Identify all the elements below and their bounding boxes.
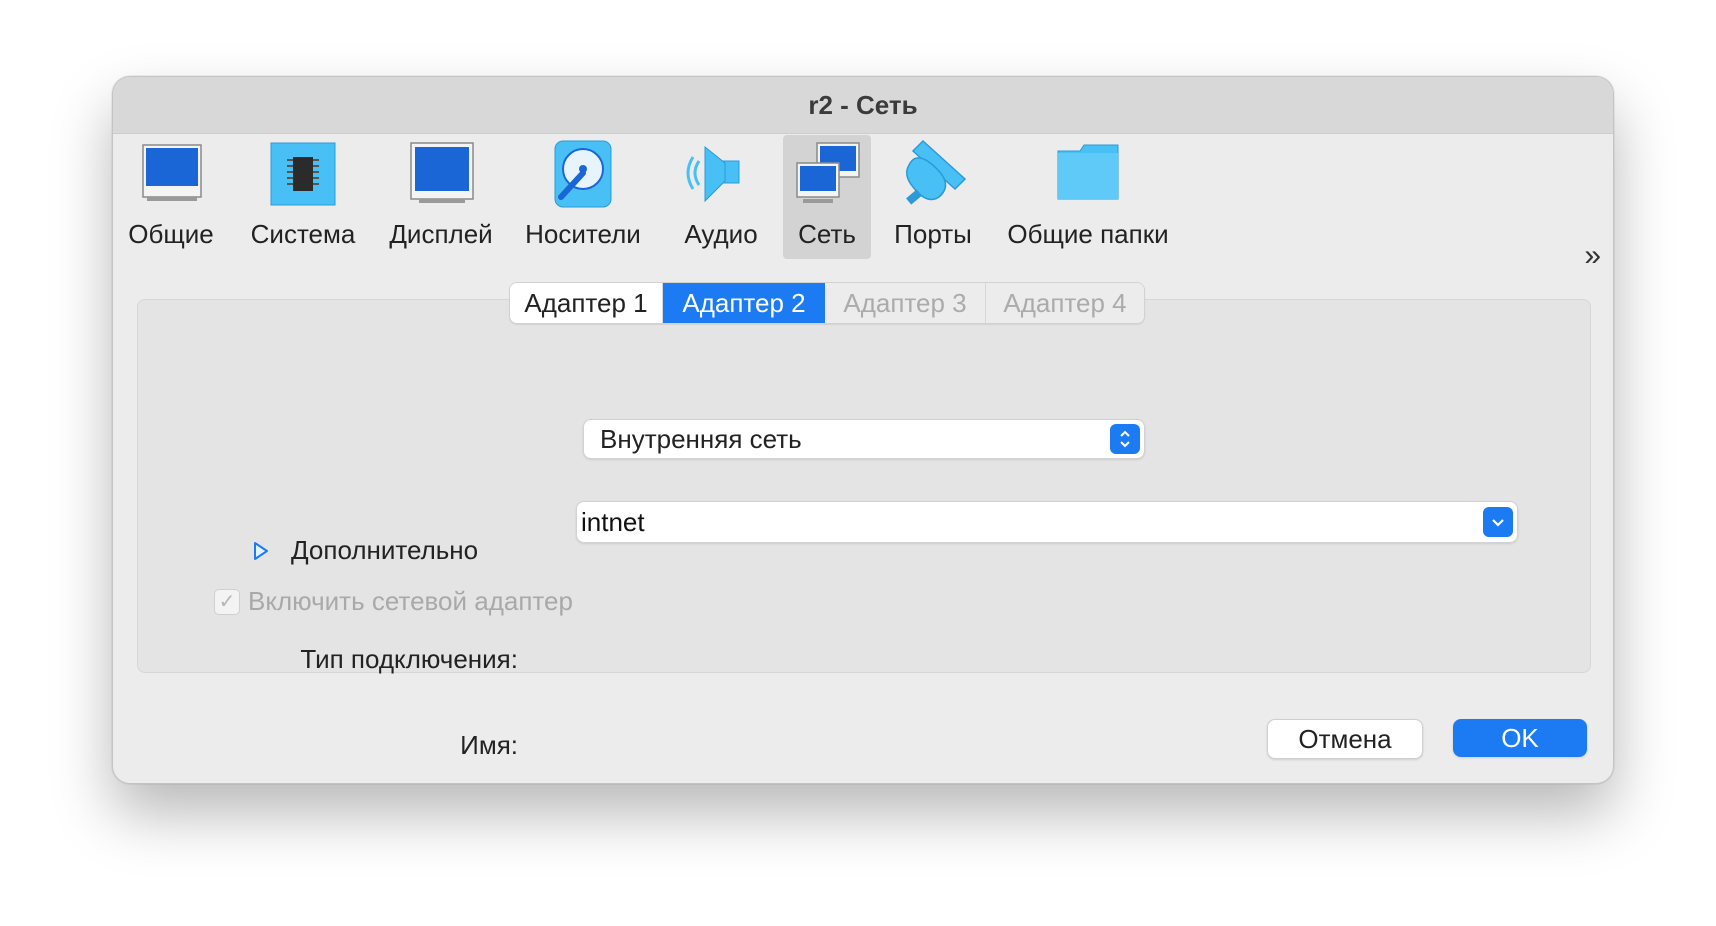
toolbar-label-storage: Носители: [525, 219, 641, 249]
adapter-tabs: Адаптер 1 Адаптер 2 Адаптер 3 Адаптер 4: [509, 282, 1145, 324]
attached-to-label: Тип подключения:: [300, 644, 518, 674]
tab-adapter-1[interactable]: Адаптер 1: [510, 283, 663, 323]
toolbar-item-storage[interactable]: Носители: [523, 135, 643, 259]
settings-toolbar: Общие Система Дисплей Носители Аудио Сет…: [113, 133, 1613, 272]
enable-adapter-checkbox[interactable]: ✓: [214, 588, 240, 615]
network-name-value: intnet: [581, 507, 645, 537]
tab-adapter-3[interactable]: Адаптер 3: [825, 283, 986, 323]
ports-icon: [906, 139, 967, 205]
chevron-down-icon[interactable]: [1483, 507, 1513, 537]
ok-button[interactable]: OK: [1453, 719, 1587, 757]
window-title: r2 - Сеть: [113, 77, 1613, 134]
attached-to-select[interactable]: Внутренняя сеть: [583, 419, 1145, 459]
toolbar-item-ports[interactable]: Порты: [883, 135, 983, 259]
cancel-button[interactable]: Отмена: [1267, 719, 1423, 759]
network-name-combobox[interactable]: intnet: [576, 501, 1518, 543]
display-icon: [410, 142, 474, 203]
disclosure-triangle-icon: [254, 541, 268, 560]
folder-icon: [1057, 144, 1119, 200]
storage-icon: [554, 140, 612, 208]
toolbar-label-audio: Аудио: [684, 219, 758, 249]
tab-adapter-4[interactable]: Адаптер 4: [986, 283, 1144, 323]
enable-adapter-label: Включить сетевой адаптер: [248, 586, 573, 616]
toolbar-label-shared-folders: Общие папки: [1007, 219, 1169, 249]
select-stepper-icon: [1110, 424, 1140, 454]
toolbar-label-system: Система: [250, 219, 356, 249]
advanced-label: Дополнительно: [291, 535, 479, 565]
toolbar-item-audio[interactable]: Аудио: [673, 135, 769, 259]
toolbar-label-display: Дисплей: [389, 219, 493, 249]
toolbar-item-general[interactable]: Общие: [123, 135, 219, 259]
toolbar-item-network[interactable]: Сеть: [783, 135, 871, 259]
more-chevron-icon[interactable]: »: [1584, 239, 1601, 273]
toolbar-item-system[interactable]: Система: [243, 135, 363, 259]
settings-dialog: r2 - Сеть Общие Система Дисплей Носители…: [112, 76, 1614, 784]
chip-icon: [270, 142, 336, 206]
advanced-disclosure[interactable]: Дополнительно: [253, 535, 478, 566]
tab-adapter-2[interactable]: Адаптер 2: [663, 283, 825, 323]
attached-to-value: Внутренняя сеть: [600, 424, 802, 454]
toolbar-item-display[interactable]: Дисплей: [381, 135, 501, 259]
name-label: Имя:: [460, 730, 518, 760]
toolbar-label-ports: Порты: [894, 219, 972, 249]
toolbar-label-network: Сеть: [798, 219, 856, 249]
network-icon: [796, 142, 860, 203]
enable-adapter-row: ✓ Включить сетевой адаптер: [214, 586, 573, 617]
general-icon: [142, 144, 202, 201]
toolbar-label-general: Общие: [128, 219, 214, 249]
speaker-icon: [686, 145, 740, 203]
toolbar-item-shared-folders[interactable]: Общие папки: [1001, 135, 1175, 259]
adapter-panel: ✓ Включить сетевой адаптер Тип подключен…: [137, 299, 1591, 760]
